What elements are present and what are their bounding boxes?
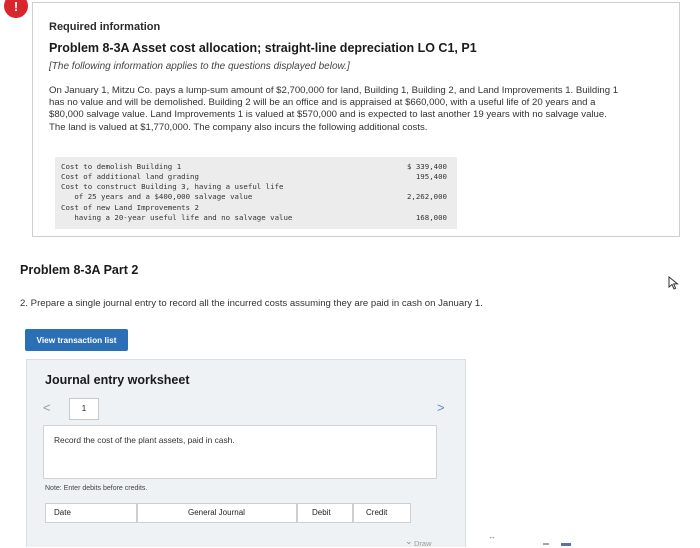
required-information-panel: Required information Problem 8-3A Asset …	[32, 2, 680, 237]
cost-label: Cost of additional land grading	[61, 172, 199, 181]
column-header-credit: Credit	[353, 503, 411, 523]
part-title: Problem 8-3A Part 2	[20, 263, 139, 277]
cost-row-grading: Cost of additional land grading	[61, 172, 199, 181]
additional-costs-table: Cost to demolish Building 1 $ 339,400 Co…	[55, 157, 457, 229]
alert-icon: !	[4, 0, 28, 18]
mouse-pointer-icon	[668, 276, 679, 290]
cost-amount: 168,000	[415, 213, 447, 222]
entry-description-box: Record the cost of the plant assets, pai…	[43, 425, 437, 479]
journal-entry-worksheet: Journal entry worksheet < 1 > Record the…	[26, 359, 466, 547]
question-text: 2. Prepare a single journal entry to rec…	[20, 298, 483, 309]
cost-amount: 195,400	[415, 172, 447, 181]
next-entry-button[interactable]: >	[437, 400, 445, 415]
cost-row-land-improvements-2: Cost of new Land Improvements 2 having a…	[61, 203, 292, 222]
caret-icon: ⌄	[405, 536, 413, 546]
view-transaction-list-button[interactable]: View transaction list	[25, 329, 128, 351]
entry-page-number[interactable]: 1	[69, 398, 99, 420]
link-icon[interactable]: ↔	[488, 532, 496, 541]
cost-label-continued: of 25 years and a $400,000 salvage value	[61, 192, 253, 201]
cost-label: Cost to demolish Building 1	[61, 162, 182, 171]
journal-table-header: Date General Journal Debit Credit	[45, 503, 411, 525]
required-information-label: Required information	[49, 21, 161, 33]
problem-title: Problem 8-3A Asset cost allocation; stra…	[49, 41, 477, 55]
entry-description: Record the cost of the plant assets, pai…	[54, 435, 235, 445]
worksheet-title: Journal entry worksheet	[45, 373, 190, 387]
cost-label-continued: having a 20-year useful life and no salv…	[61, 213, 293, 222]
column-header-general-journal: General Journal	[137, 503, 297, 523]
toolbar-mark	[543, 543, 549, 545]
column-header-debit: Debit	[297, 503, 353, 523]
column-header-date: Date	[45, 503, 137, 523]
worksheet-note: Note: Enter debits before credits.	[45, 485, 148, 492]
cost-row-building-3: Cost to construct Building 3, having a u…	[61, 182, 283, 201]
cost-amount: $ 339,400	[406, 162, 447, 171]
cost-label: Cost of new Land Improvements 2	[61, 203, 199, 212]
toolbar-mark	[561, 543, 571, 546]
cost-amount: 2,262,000	[406, 192, 447, 201]
problem-paragraph: On January 1, Mitzu Co. pays a lump-sum …	[49, 85, 619, 133]
cost-label: Cost to construct Building 3, having a u…	[61, 182, 284, 191]
info-note: [The following information applies to th…	[49, 61, 350, 72]
cost-row-demolish: Cost to demolish Building 1	[61, 162, 181, 171]
previous-entry-button[interactable]: <	[43, 400, 51, 415]
